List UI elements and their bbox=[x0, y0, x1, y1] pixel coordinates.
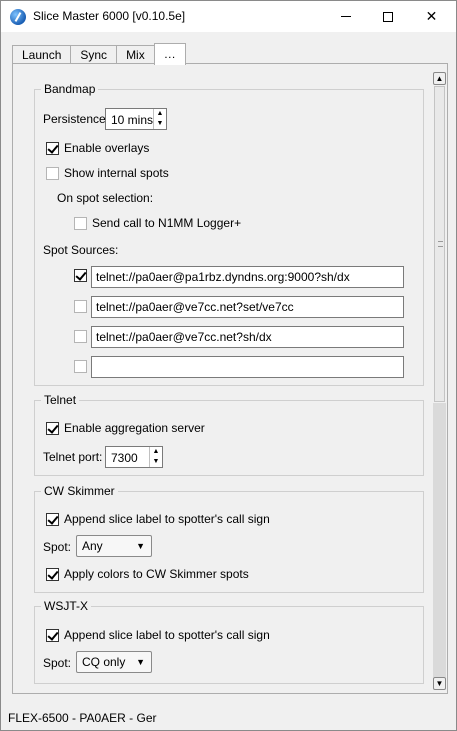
wsjtx-append-label-label[interactable]: Append slice label to spotter's call sig… bbox=[64, 628, 270, 642]
enable-aggregation-checkbox[interactable] bbox=[46, 422, 59, 435]
status-bar: FLEX-6500 - PA0AER - Ger bbox=[8, 711, 157, 725]
settings-scroll-area[interactable]: Bandmap Persistence 10 mins ▲ ▼ Enable o… bbox=[14, 65, 432, 693]
enable-aggregation-label[interactable]: Enable aggregation server bbox=[64, 421, 205, 435]
close-icon: ✕ bbox=[425, 8, 438, 24]
wsjtx-group: WSJT-X Append slice label to spotter's c… bbox=[34, 599, 424, 684]
spot-source-1-checkbox[interactable] bbox=[74, 269, 87, 282]
spot-source-2-checkbox[interactable] bbox=[74, 300, 87, 313]
spin-up-icon[interactable]: ▲ bbox=[150, 447, 162, 457]
spot-source-3-checkbox[interactable] bbox=[74, 330, 87, 343]
scrollbar-track[interactable] bbox=[433, 403, 446, 677]
telnet-port-value: 7300 bbox=[111, 451, 138, 465]
telnet-title: Telnet bbox=[41, 393, 80, 407]
wsjtx-spot-label: Spot: bbox=[43, 656, 72, 670]
app-logo-icon bbox=[10, 9, 26, 25]
scroll-up-icon[interactable]: ▲ bbox=[433, 72, 446, 85]
wsjtx-spot-value: CQ only bbox=[82, 655, 126, 669]
tab-mix[interactable]: Mix bbox=[116, 45, 155, 64]
bandmap-group: Bandmap Persistence 10 mins ▲ ▼ Enable o… bbox=[34, 82, 424, 386]
tab-sync[interactable]: Sync bbox=[70, 45, 118, 64]
apply-colors-label[interactable]: Apply colors to CW Skimmer spots bbox=[64, 567, 249, 581]
cw-append-label-label[interactable]: Append slice label to spotter's call sig… bbox=[64, 512, 270, 526]
show-internal-spots-label[interactable]: Show internal spots bbox=[64, 166, 169, 180]
minimize-icon bbox=[340, 16, 351, 17]
bandmap-title: Bandmap bbox=[41, 82, 99, 96]
tab-bar: Launch Sync Mix … bbox=[12, 43, 186, 65]
persistence-label: Persistence bbox=[43, 112, 106, 126]
spot-source-3-input[interactable]: telnet://pa0aer@ve7cc.net?sh/dx bbox=[91, 326, 404, 348]
maximize-icon bbox=[382, 11, 393, 22]
enable-overlays-label[interactable]: Enable overlays bbox=[64, 141, 149, 155]
maximize-button[interactable] bbox=[365, 1, 410, 32]
settings-panel: Bandmap Persistence 10 mins ▲ ▼ Enable o… bbox=[12, 63, 448, 694]
spot-source-4-input[interactable] bbox=[91, 356, 404, 378]
vertical-scrollbar[interactable]: ▲ ▼ bbox=[433, 72, 446, 690]
spot-source-4-checkbox[interactable] bbox=[74, 360, 87, 373]
chevron-down-icon: ▼ bbox=[136, 541, 145, 551]
tab-launch[interactable]: Launch bbox=[12, 45, 72, 64]
spin-down-icon[interactable]: ▼ bbox=[154, 119, 166, 129]
telnet-port-spinbox[interactable]: 7300 ▲ ▼ bbox=[105, 446, 163, 468]
scrollbar-thumb[interactable] bbox=[434, 86, 445, 402]
cw-spot-value: Any bbox=[82, 539, 103, 553]
cw-spot-label: Spot: bbox=[43, 540, 72, 554]
close-button[interactable]: ✕ bbox=[409, 1, 454, 32]
send-call-checkbox[interactable] bbox=[74, 217, 87, 230]
spin-up-icon[interactable]: ▲ bbox=[154, 109, 166, 119]
scroll-down-icon[interactable]: ▼ bbox=[433, 677, 446, 690]
spin-down-icon[interactable]: ▼ bbox=[150, 457, 162, 467]
telnet-group: Telnet Enable aggregation server Telnet … bbox=[34, 393, 424, 476]
cw-skimmer-group: CW Skimmer Append slice label to spotter… bbox=[34, 484, 424, 593]
apply-colors-checkbox[interactable] bbox=[46, 568, 59, 581]
wsjtx-spot-select[interactable]: CQ only ▼ bbox=[76, 651, 152, 673]
spot-source-1-input[interactable]: telnet://pa0aer@pa1rbz.dyndns.org:9000?s… bbox=[91, 266, 404, 288]
persistence-spin-arrows[interactable]: ▲ ▼ bbox=[153, 109, 166, 129]
send-call-label[interactable]: Send call to N1MM Logger+ bbox=[92, 216, 241, 230]
spot-source-2-input[interactable]: telnet://pa0aer@ve7cc.net?set/ve7cc bbox=[91, 296, 404, 318]
cw-skimmer-title: CW Skimmer bbox=[41, 484, 118, 498]
spot-sources-label: Spot Sources: bbox=[43, 243, 119, 257]
app-window: Slice Master 6000 [v0.10.5e] ✕ Launch Sy… bbox=[0, 0, 457, 731]
persistence-spinbox[interactable]: 10 mins ▲ ▼ bbox=[105, 108, 167, 130]
show-internal-spots-checkbox[interactable] bbox=[46, 167, 59, 180]
enable-overlays-checkbox[interactable] bbox=[46, 142, 59, 155]
wsjtx-title: WSJT-X bbox=[41, 599, 91, 613]
minimize-button[interactable] bbox=[323, 1, 368, 32]
title-bar[interactable]: Slice Master 6000 [v0.10.5e] ✕ bbox=[1, 1, 456, 32]
cw-append-label-checkbox[interactable] bbox=[46, 513, 59, 526]
cw-spot-select[interactable]: Any ▼ bbox=[76, 535, 152, 557]
telnet-port-spin-arrows[interactable]: ▲ ▼ bbox=[149, 447, 162, 467]
on-spot-selection-label: On spot selection: bbox=[57, 191, 154, 205]
persistence-value: 10 mins bbox=[111, 113, 154, 127]
grip-icon bbox=[438, 241, 443, 247]
wsjtx-append-label-checkbox[interactable] bbox=[46, 629, 59, 642]
chevron-down-icon: ▼ bbox=[136, 657, 145, 667]
window-title: Slice Master 6000 [v0.10.5e] bbox=[33, 9, 186, 23]
tab-more[interactable]: … bbox=[153, 43, 186, 65]
telnet-port-label: Telnet port: bbox=[43, 450, 103, 464]
